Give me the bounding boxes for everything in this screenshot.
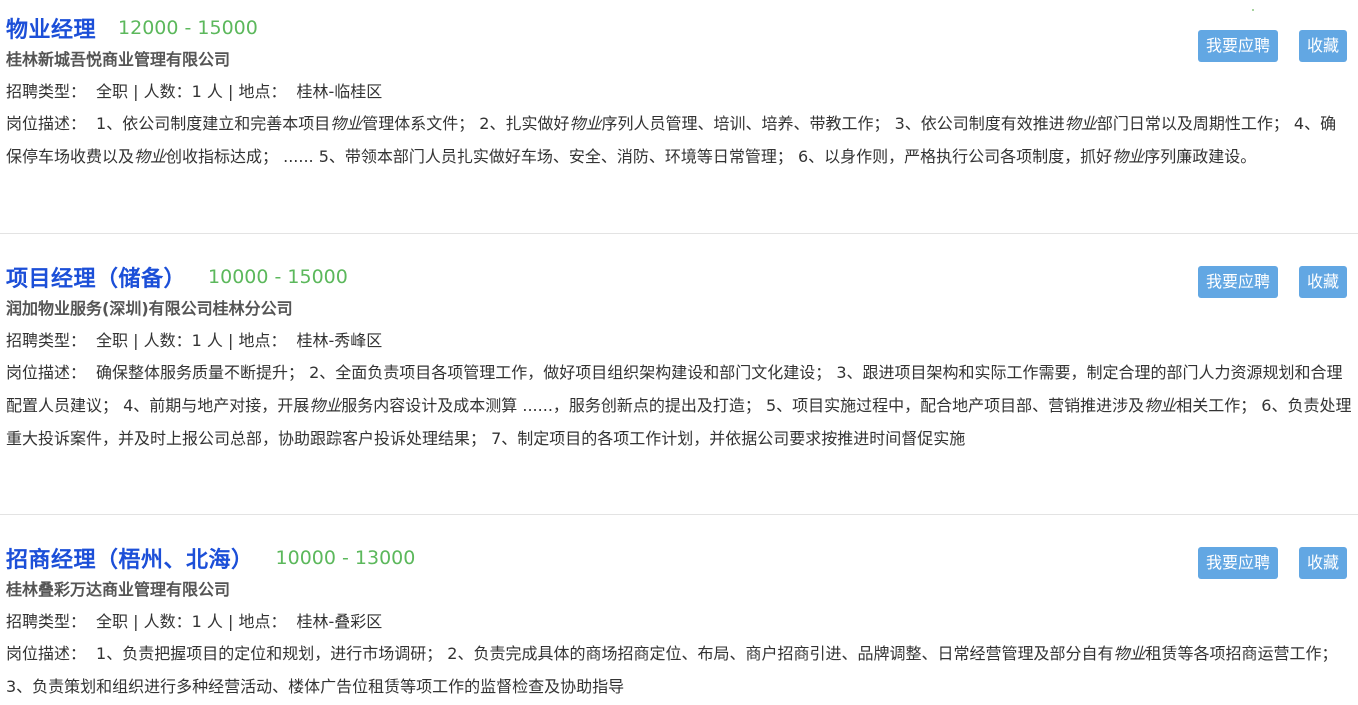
keyword-highlight: 物业 <box>1113 644 1146 663</box>
keyword-highlight: 物业 <box>1112 147 1145 166</box>
job-card: 物业经理 12000 - 15000 桂林新城吾悦商业管理有限公司 招聘类型： 全… <box>0 0 1358 234</box>
job-title[interactable]: 物业经理 <box>6 12 96 44</box>
description-segment: 创收指标达成； ...... 5、带领本部门人员扎实做好车场、安全、消防、环境等… <box>166 147 1113 166</box>
description-segment: 1、依公司制度建立和完善本项目 <box>96 114 331 133</box>
count-label: 人数： <box>143 612 192 631</box>
keyword-highlight: 物业 <box>134 147 167 166</box>
count-value: 1 人 <box>191 612 223 631</box>
apply-button[interactable]: 我要应聘 <box>1197 30 1278 62</box>
job-header: 物业经理 12000 - 15000 <box>6 11 1352 45</box>
job-title[interactable]: 项目经理（储备） <box>6 261 186 293</box>
type-value: 全职 <box>96 331 129 350</box>
company-name[interactable]: 润加物业服务(深圳)有限公司桂林分公司 <box>6 295 1352 323</box>
job-description: 岗位描述： 1、依公司制度建立和完善本项目物业管理体系文件； 2、扎实做好物业序列… <box>6 107 1352 173</box>
favorite-button[interactable]: 收藏 <box>1298 30 1347 62</box>
description-label: 岗位描述： <box>6 644 87 663</box>
favorite-button[interactable]: 收藏 <box>1298 547 1347 579</box>
keyword-highlight: 物业 <box>569 114 602 133</box>
description-segment: 序列廉政建设。 <box>1144 147 1257 166</box>
keyword-highlight: 物业 <box>309 396 342 415</box>
description-text: 1、负责把握项目的定位和规划，进行市场调研； 2、负责完成具体的商场招商定位、布… <box>6 644 1338 696</box>
separator: | <box>228 82 234 101</box>
salary-range: 10000 - 15000 <box>208 266 348 288</box>
job-card: 项目经理（储备） 10000 - 15000 润加物业服务(深圳)有限公司桂林分… <box>0 234 1358 515</box>
favorite-button[interactable]: 收藏 <box>1298 266 1347 298</box>
type-label: 招聘类型： <box>6 82 87 101</box>
description-text: 确保整体服务质量不断提升； 2、全面负责项目各项管理工作，做好项目组织架构建设和… <box>6 363 1351 448</box>
location-label: 地点： <box>238 612 287 631</box>
company-name[interactable]: 桂林叠彩万达商业管理有限公司 <box>6 576 1352 604</box>
action-buttons: 我要应聘 收藏 <box>1197 547 1347 579</box>
job-list: 物业经理 12000 - 15000 桂林新城吾悦商业管理有限公司 招聘类型： 全… <box>0 0 1358 705</box>
salary-range: 10000 - 13000 <box>275 547 416 569</box>
count-label: 人数： <box>143 331 192 350</box>
description-segment: 服务内容设计及成本测算 ......，服务创新点的提出及打造； 5、项目实施过程… <box>341 396 1145 415</box>
job-header: 项目经理（储备） 10000 - 15000 <box>6 260 1352 294</box>
separator: | <box>228 331 234 350</box>
description-segment: 管理体系文件； 2、扎实做好 <box>362 114 570 133</box>
separator: | <box>133 612 139 631</box>
action-buttons: 我要应聘 收藏 <box>1197 30 1347 62</box>
location-label: 地点： <box>238 82 287 101</box>
company-name[interactable]: 桂林新城吾悦商业管理有限公司 <box>6 46 1352 74</box>
job-meta: 招聘类型： 全职 | 人数：1 人 | 地点： 桂林-临桂区 <box>6 77 1352 107</box>
description-label: 岗位描述： <box>6 363 87 382</box>
keyword-highlight: 物业 <box>330 114 363 133</box>
count-value: 1 人 <box>191 82 223 101</box>
type-value: 全职 <box>96 612 129 631</box>
count-value: 1 人 <box>191 331 223 350</box>
type-label: 招聘类型： <box>6 331 87 350</box>
keyword-highlight: 物业 <box>1144 396 1177 415</box>
job-description: 岗位描述： 1、负责把握项目的定位和规划，进行市场调研； 2、负责完成具体的商场招… <box>6 637 1352 703</box>
job-description: 岗位描述： 确保整体服务质量不断提升； 2、全面负责项目各项管理工作，做好项目组织… <box>6 356 1352 455</box>
job-card: 招商经理（梧州、北海） 10000 - 13000 桂林叠彩万达商业管理有限公司… <box>0 515 1358 705</box>
location-value: 桂林-临桂区 <box>296 82 383 101</box>
separator: | <box>228 612 234 631</box>
description-segment: 序列人员管理、培训、培养、带教工作； 3、依公司制度有效推进 <box>601 114 1065 133</box>
salary-range: 12000 - 15000 <box>118 17 258 39</box>
apply-button[interactable]: 我要应聘 <box>1197 266 1278 298</box>
location-label: 地点： <box>238 331 287 350</box>
location-value: 桂林-叠彩区 <box>296 612 383 631</box>
description-segment: 1、负责把握项目的定位和规划，进行市场调研； 2、负责完成具体的商场招商定位、布… <box>96 644 1114 663</box>
job-meta: 招聘类型： 全职 | 人数：1 人 | 地点： 桂林-叠彩区 <box>6 607 1352 637</box>
description-text: 1、依公司制度建立和完善本项目物业管理体系文件； 2、扎实做好物业序列人员管理、… <box>6 114 1336 166</box>
separator: | <box>133 82 139 101</box>
type-value: 全职 <box>96 82 129 101</box>
location-value: 桂林-秀峰区 <box>296 331 383 350</box>
keyword-highlight: 物业 <box>1064 114 1097 133</box>
job-meta: 招聘类型： 全职 | 人数：1 人 | 地点： 桂林-秀峰区 <box>6 326 1352 356</box>
job-header: 招商经理（梧州、北海） 10000 - 13000 <box>6 541 1352 575</box>
description-label: 岗位描述： <box>6 114 87 133</box>
job-title[interactable]: 招商经理（梧州、北海） <box>6 542 254 574</box>
count-label: 人数： <box>143 82 192 101</box>
type-label: 招聘类型： <box>6 612 87 631</box>
separator: | <box>133 331 139 350</box>
action-buttons: 我要应聘 收藏 <box>1197 266 1347 298</box>
apply-button[interactable]: 我要应聘 <box>1197 547 1278 579</box>
